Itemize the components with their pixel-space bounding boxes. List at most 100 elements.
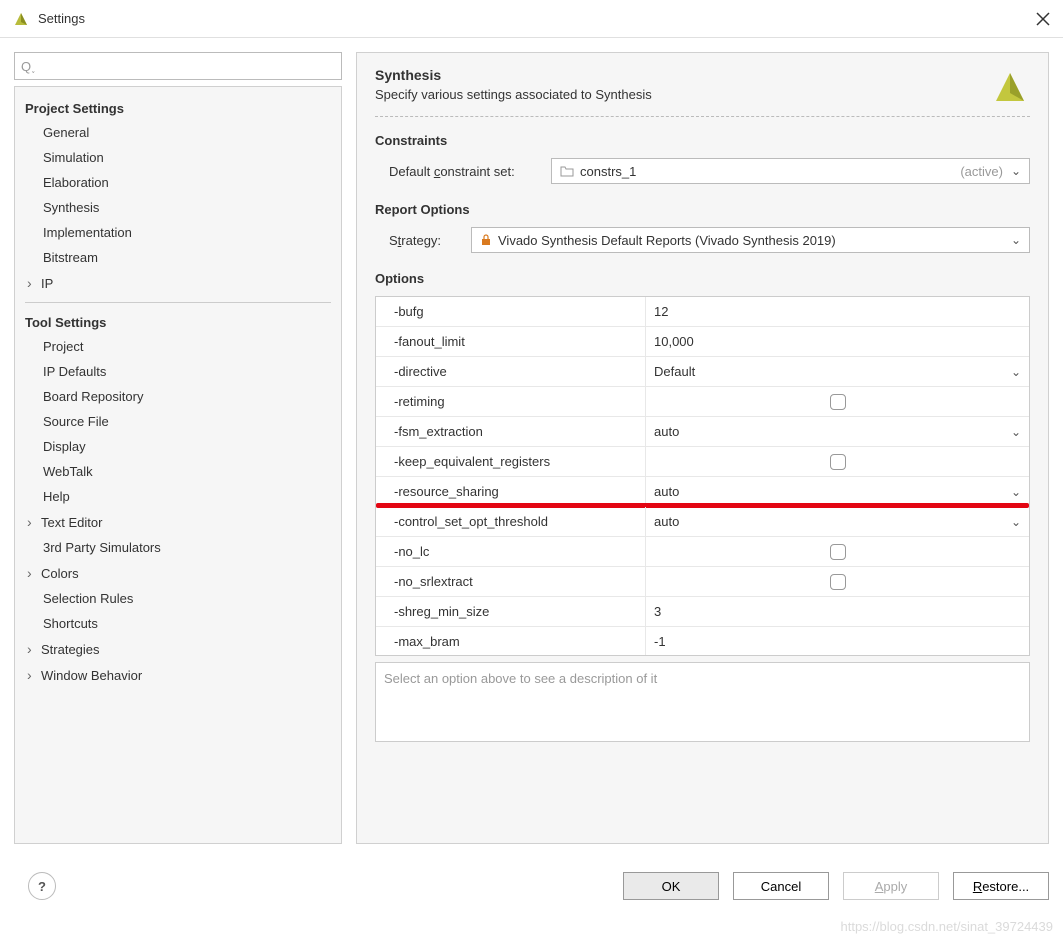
sidebar-tree: Project Settings GeneralSimulationElabor… [14,86,342,844]
sidebar-item-project[interactable]: Project [15,334,341,359]
option-row[interactable]: -keep_equivalent_registers [376,447,1029,477]
option-row[interactable]: -fanout_limit10,000 [376,327,1029,357]
option-value[interactable]: auto⌄ [646,507,1029,536]
sidebar-item-webtalk[interactable]: WebTalk [15,459,341,484]
option-row[interactable]: -retiming [376,387,1029,417]
sidebar-item-display[interactable]: Display [15,434,341,459]
option-name: -keep_equivalent_registers [376,447,646,476]
page-title: Synthesis [375,67,990,83]
option-name: -fsm_extraction [376,417,646,446]
option-value-text: -1 [654,634,666,649]
report-header: Report Options [375,202,1030,217]
option-row[interactable]: -no_srlextract [376,567,1029,597]
option-value-text: 12 [654,304,668,319]
option-name: -control_set_opt_threshold [376,507,646,536]
cancel-button[interactable]: Cancel [733,872,829,900]
sidebar-divider [25,302,331,303]
checkbox[interactable] [830,574,846,590]
help-button[interactable]: ? [28,872,56,900]
constraint-dropdown[interactable]: constrs_1 (active) ⌄ [551,158,1030,184]
option-value[interactable] [646,387,1029,416]
sidebar-item-implementation[interactable]: Implementation [15,220,341,245]
sidebar-item-text-editor[interactable]: Text Editor [15,509,341,535]
option-value[interactable]: auto ⌄ [646,417,1029,446]
option-value[interactable] [646,567,1029,596]
option-value-text: Default [654,364,695,379]
sidebar: Q˯ Project Settings GeneralSimulationEla… [14,52,342,844]
option-name: -no_lc [376,537,646,566]
sidebar-item-source-file[interactable]: Source File [15,409,341,434]
options-table[interactable]: -bufg12-fanout_limit10,000-directiveDefa… [375,296,1030,656]
sidebar-item-shortcuts[interactable]: Shortcuts [15,611,341,636]
constraint-label: Default constraint set: [389,164,539,179]
sidebar-item-simulation[interactable]: Simulation [15,145,341,170]
option-value[interactable]: 12 [646,297,1029,326]
chevron-down-icon: ⌄ [1011,425,1021,439]
sidebar-item-selection-rules[interactable]: Selection Rules [15,586,341,611]
constraint-status: (active) [960,164,1003,179]
search-box[interactable]: Q˯ [14,52,342,80]
sidebar-item-ip[interactable]: IP [15,270,341,296]
option-row[interactable]: -max_bram-1 [376,627,1029,656]
option-row[interactable]: -resource_sharingauto⌄ [376,477,1029,507]
lock-icon [480,234,492,246]
option-row[interactable]: -no_lc [376,537,1029,567]
button-row: ? OK Cancel Apply Restore... [0,858,1063,900]
option-row[interactable]: -fsm_extraction auto ⌄ [376,417,1029,447]
page-subtitle: Specify various settings associated to S… [375,87,990,102]
project-settings-header: Project Settings [15,95,341,120]
sidebar-item-3rd-party-simulators[interactable]: 3rd Party Simulators [15,535,341,560]
sidebar-item-bitstream[interactable]: Bitstream [15,245,341,270]
apply-button[interactable]: Apply [843,872,939,900]
option-value[interactable]: 3 [646,597,1029,626]
titlebar: Settings [0,0,1063,38]
folder-icon [560,165,574,177]
sidebar-item-elaboration[interactable]: Elaboration [15,170,341,195]
sidebar-item-strategies[interactable]: Strategies [15,636,341,662]
sidebar-item-help[interactable]: Help [15,484,341,509]
sidebar-item-synthesis[interactable]: Synthesis [15,195,341,220]
strategy-label: Strategy: [389,233,459,248]
option-row[interactable]: -shreg_min_size3 [376,597,1029,627]
options-container: -bufg12-fanout_limit10,000-directiveDefa… [375,296,1030,829]
option-value[interactable] [646,447,1029,476]
option-row[interactable]: -bufg12 [376,297,1029,327]
sidebar-item-ip-defaults[interactable]: IP Defaults [15,359,341,384]
strategy-dropdown[interactable]: Vivado Synthesis Default Reports (Vivado… [471,227,1030,253]
option-name: -retiming [376,387,646,416]
option-value[interactable]: -1 [646,627,1029,656]
vivado-logo-icon [990,67,1030,107]
strategy-row: Strategy: Vivado Synthesis Default Repor… [375,227,1030,253]
sidebar-item-window-behavior[interactable]: Window Behavior [15,662,341,688]
ok-button[interactable]: OK [623,872,719,900]
checkbox[interactable] [830,454,846,470]
sidebar-item-general[interactable]: General [15,120,341,145]
option-row[interactable]: -control_set_opt_thresholdauto⌄ [376,507,1029,537]
chevron-down-icon: ⌄ [1011,485,1021,499]
checkbox[interactable] [830,544,846,560]
option-name: -fanout_limit [376,327,646,356]
options-header: Options [375,271,1030,286]
option-value[interactable]: 10,000 [646,327,1029,356]
option-value[interactable]: Default ⌄ [646,357,1029,386]
window-title: Settings [38,11,1035,26]
sidebar-item-board-repository[interactable]: Board Repository [15,384,341,409]
strategy-value: Vivado Synthesis Default Reports (Vivado… [498,233,1011,248]
main-panel: Synthesis Specify various settings assoc… [356,52,1049,844]
option-value-text: auto [654,424,679,439]
constraint-value: constrs_1 [580,164,960,179]
chevron-down-icon: ⌄ [1011,164,1021,178]
option-row[interactable]: -directive Default ⌄ [376,357,1029,387]
close-icon[interactable] [1035,11,1051,27]
restore-button[interactable]: Restore... [953,872,1049,900]
option-value[interactable]: auto⌄ [646,477,1029,506]
option-value[interactable] [646,537,1029,566]
tool-settings-header: Tool Settings [15,309,341,334]
chevron-down-icon: ⌄ [1011,365,1021,379]
watermark: https://blog.csdn.net/sinat_39724439 [841,919,1054,934]
checkbox[interactable] [830,394,846,410]
sidebar-item-colors[interactable]: Colors [15,560,341,586]
option-name: -directive [376,357,646,386]
header-divider [375,116,1030,117]
search-input[interactable] [39,59,335,74]
